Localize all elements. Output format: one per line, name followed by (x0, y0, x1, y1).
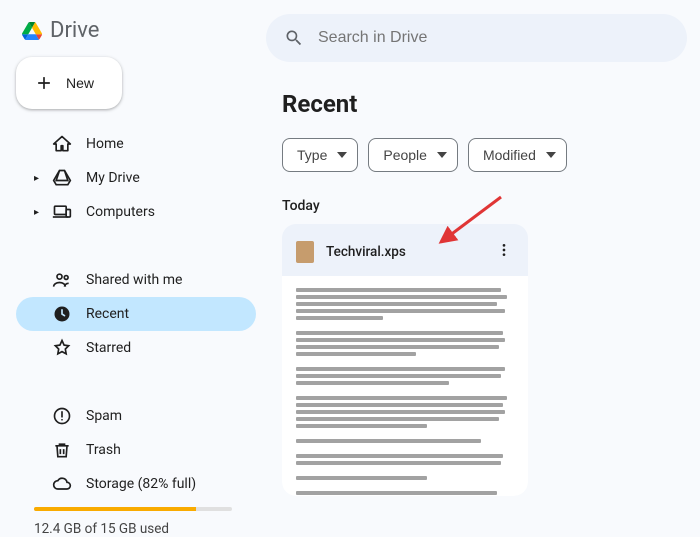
storage-fill (34, 507, 196, 511)
chip-label: Type (297, 147, 327, 163)
chip-label: People (383, 147, 427, 163)
expand-icon: ▸ (34, 173, 42, 184)
plus-icon (34, 73, 54, 93)
new-button-label: New (66, 75, 94, 91)
new-button[interactable]: New (16, 57, 122, 109)
nav-trash[interactable]: Trash (16, 433, 256, 467)
nav-list: Home ▸ My Drive ▸ Computers Shared with … (16, 127, 256, 501)
home-icon (52, 134, 72, 154)
file-type-icon (296, 241, 314, 263)
nav-label: My Drive (86, 170, 140, 186)
storage-text: 12.4 GB of 15 GB used (16, 521, 262, 537)
more-vert-icon (496, 242, 512, 258)
nav-label: Shared with me (86, 272, 182, 288)
nav-my-drive[interactable]: ▸ My Drive (16, 161, 256, 195)
nav-recent[interactable]: Recent (16, 297, 256, 331)
nav-label: Computers (86, 204, 155, 220)
trash-icon (52, 440, 72, 460)
nav-separator (16, 229, 256, 263)
page-title: Recent (282, 90, 700, 118)
nav-label: Storage (82% full) (86, 476, 196, 492)
main: Recent Type People Modified Today Techvi… (262, 0, 700, 537)
nav-storage[interactable]: Storage (82% full) (16, 467, 256, 501)
section-today: Today (282, 198, 700, 214)
chip-type[interactable]: Type (282, 138, 358, 172)
cloud-icon (52, 474, 72, 494)
nav-label: Recent (86, 306, 129, 322)
chevron-down-icon (337, 152, 347, 158)
star-icon (52, 338, 72, 358)
mydrive-icon (52, 168, 72, 188)
nav-separator (16, 365, 256, 399)
computers-icon (52, 202, 72, 222)
search-input[interactable] (318, 29, 687, 47)
expand-icon: ▸ (34, 207, 42, 218)
spam-icon (52, 406, 72, 426)
chevron-down-icon (437, 152, 447, 158)
filter-chips: Type People Modified (282, 138, 700, 172)
card-header: Techviral.xps (282, 236, 528, 276)
people-icon (52, 270, 72, 290)
file-name: Techviral.xps (326, 244, 480, 260)
search-icon (284, 28, 304, 48)
nav-label: Spam (86, 408, 122, 424)
clock-icon (52, 304, 72, 324)
nav-spam[interactable]: Spam (16, 399, 256, 433)
brand: Drive (16, 12, 262, 57)
chip-label: Modified (483, 147, 536, 163)
chip-modified[interactable]: Modified (468, 138, 567, 172)
file-preview (282, 276, 528, 496)
drive-logo-icon (22, 21, 42, 41)
nav-label: Trash (86, 442, 121, 458)
chip-people[interactable]: People (368, 138, 458, 172)
nav-starred[interactable]: Starred (16, 331, 256, 365)
chevron-down-icon (546, 152, 556, 158)
nav-home[interactable]: Home (16, 127, 256, 161)
nav-label: Starred (86, 340, 131, 356)
nav-label: Home (86, 136, 124, 152)
storage-bar (34, 507, 232, 511)
brand-title: Drive (50, 18, 99, 43)
nav-computers[interactable]: ▸ Computers (16, 195, 256, 229)
file-card[interactable]: Techviral.xps (282, 224, 528, 496)
search-bar[interactable] (266, 14, 687, 62)
more-options-button[interactable] (492, 238, 516, 266)
nav-shared[interactable]: Shared with me (16, 263, 256, 297)
sidebar: Drive New Home ▸ My Drive ▸ Computers Sh… (0, 0, 262, 537)
